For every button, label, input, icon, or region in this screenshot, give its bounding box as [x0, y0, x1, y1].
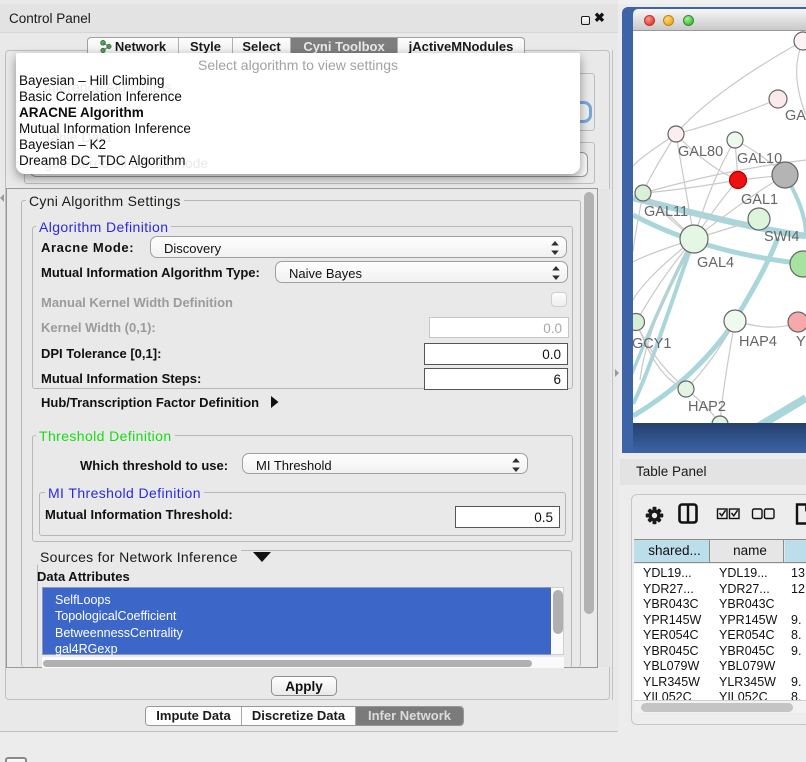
svg-text:GAL1: GAL1	[741, 192, 778, 208]
svg-text:GAL10: GAL10	[737, 151, 782, 167]
svg-text:GCY1: GCY1	[633, 336, 672, 352]
svg-text:HAP4: HAP4	[739, 334, 777, 350]
svg-text:HAP2: HAP2	[688, 399, 726, 415]
svg-text:SWI4: SWI4	[764, 229, 799, 245]
svg-text:Y: Y	[796, 334, 806, 350]
svg-text:GAL80: GAL80	[678, 144, 723, 160]
svg-text:GAL4: GAL4	[697, 255, 734, 271]
svg-text:GAL: GAL	[785, 108, 806, 124]
svg-text:GAL11: GAL11	[644, 204, 688, 220]
